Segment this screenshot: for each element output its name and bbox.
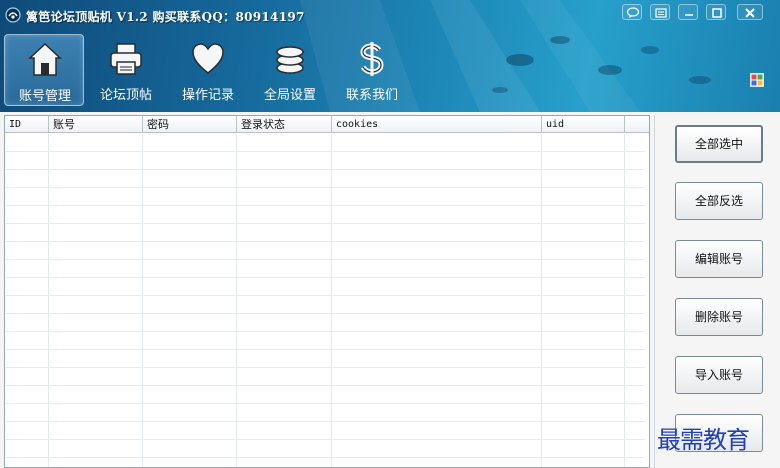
app-header: 篱笆论坛顶贴机 V1.2 购买联系QQ：80914197 账号管理 论坛顶帖 操…	[0, 0, 780, 112]
tool-label: 全局设置	[263, 88, 316, 103]
tool-forum-bump[interactable]: 论坛顶帖	[86, 34, 166, 106]
tool-contact-us[interactable]: 联系我们	[332, 34, 412, 106]
app-logo-icon	[5, 7, 21, 23]
table-header: ID 账号 密码 登录状态 cookies uid	[5, 116, 649, 134]
settings-menu-button[interactable]	[650, 4, 670, 20]
row-divider	[5, 205, 645, 206]
row-divider	[5, 295, 645, 296]
select-all-button[interactable]: 全部选中	[675, 125, 763, 163]
tool-account-management[interactable]: 账号管理	[4, 34, 84, 106]
column-divider	[331, 134, 332, 467]
row-divider	[5, 313, 645, 314]
column-header-uid[interactable]: uid	[542, 116, 625, 133]
column-header-login-status[interactable]: 登录状态	[237, 116, 332, 133]
dollar-icon	[360, 42, 384, 76]
row-divider	[5, 331, 645, 332]
skin-palette-icon[interactable]	[750, 73, 764, 87]
close-icon	[745, 8, 755, 18]
tool-label: 账号管理	[18, 89, 71, 104]
row-divider	[5, 187, 645, 188]
row-divider	[5, 259, 645, 260]
row-divider	[5, 367, 645, 368]
row-divider	[5, 457, 645, 458]
row-divider	[5, 385, 645, 386]
minimize-icon	[685, 14, 693, 16]
tool-label: 联系我们	[345, 88, 398, 103]
column-header-account[interactable]: 账号	[49, 116, 143, 133]
home-icon	[28, 42, 62, 76]
tool-operation-log[interactable]: 操作记录	[168, 34, 248, 106]
column-header-filler	[625, 116, 649, 133]
table-body[interactable]	[5, 134, 649, 467]
column-header-id[interactable]: ID	[5, 116, 49, 133]
printer-icon	[110, 43, 142, 75]
column-divider	[541, 134, 542, 467]
import-account-button[interactable]: 导入账号	[675, 356, 763, 394]
column-header-password[interactable]: 密码	[143, 116, 237, 133]
close-button[interactable]	[737, 4, 763, 20]
tool-global-settings[interactable]: 全局设置	[250, 34, 330, 106]
row-divider	[5, 439, 645, 440]
title-bar[interactable]: 篱笆论坛顶贴机 V1.2 购买联系QQ：80914197	[0, 0, 780, 28]
action-panel: 全部选中 全部反选 编辑账号 删除账号 导入账号	[654, 115, 780, 468]
row-divider	[5, 421, 645, 422]
row-divider	[5, 349, 645, 350]
chat-icon	[626, 7, 640, 18]
row-divider	[5, 241, 645, 242]
row-divider	[5, 223, 645, 224]
window-title: 篱笆论坛顶贴机 V1.2 购买联系QQ：80914197	[26, 10, 305, 24]
column-divider	[236, 134, 237, 467]
invert-selection-button[interactable]: 全部反选	[675, 182, 763, 220]
row-divider	[5, 169, 645, 170]
heart-icon	[192, 43, 224, 74]
row-divider	[5, 277, 645, 278]
row-divider	[5, 403, 645, 404]
column-header-cookies[interactable]: cookies	[332, 116, 542, 133]
tool-label: 论坛顶帖	[99, 88, 152, 103]
delete-account-button[interactable]: 删除账号	[675, 298, 763, 336]
chat-button[interactable]	[622, 4, 642, 20]
row-divider	[5, 151, 645, 152]
menu-icon	[655, 8, 667, 18]
tool-label: 操作记录	[181, 88, 234, 103]
watermark-text: 最需教育	[657, 426, 750, 454]
minimize-button[interactable]	[678, 4, 698, 20]
maximize-button[interactable]	[706, 4, 726, 20]
account-table[interactable]: ID 账号 密码 登录状态 cookies uid	[4, 115, 650, 468]
edit-account-button[interactable]: 编辑账号	[675, 240, 763, 278]
column-divider	[624, 134, 625, 467]
coins-icon	[276, 46, 304, 74]
maximize-icon	[712, 8, 722, 18]
column-divider	[142, 134, 143, 467]
column-divider	[48, 134, 49, 467]
